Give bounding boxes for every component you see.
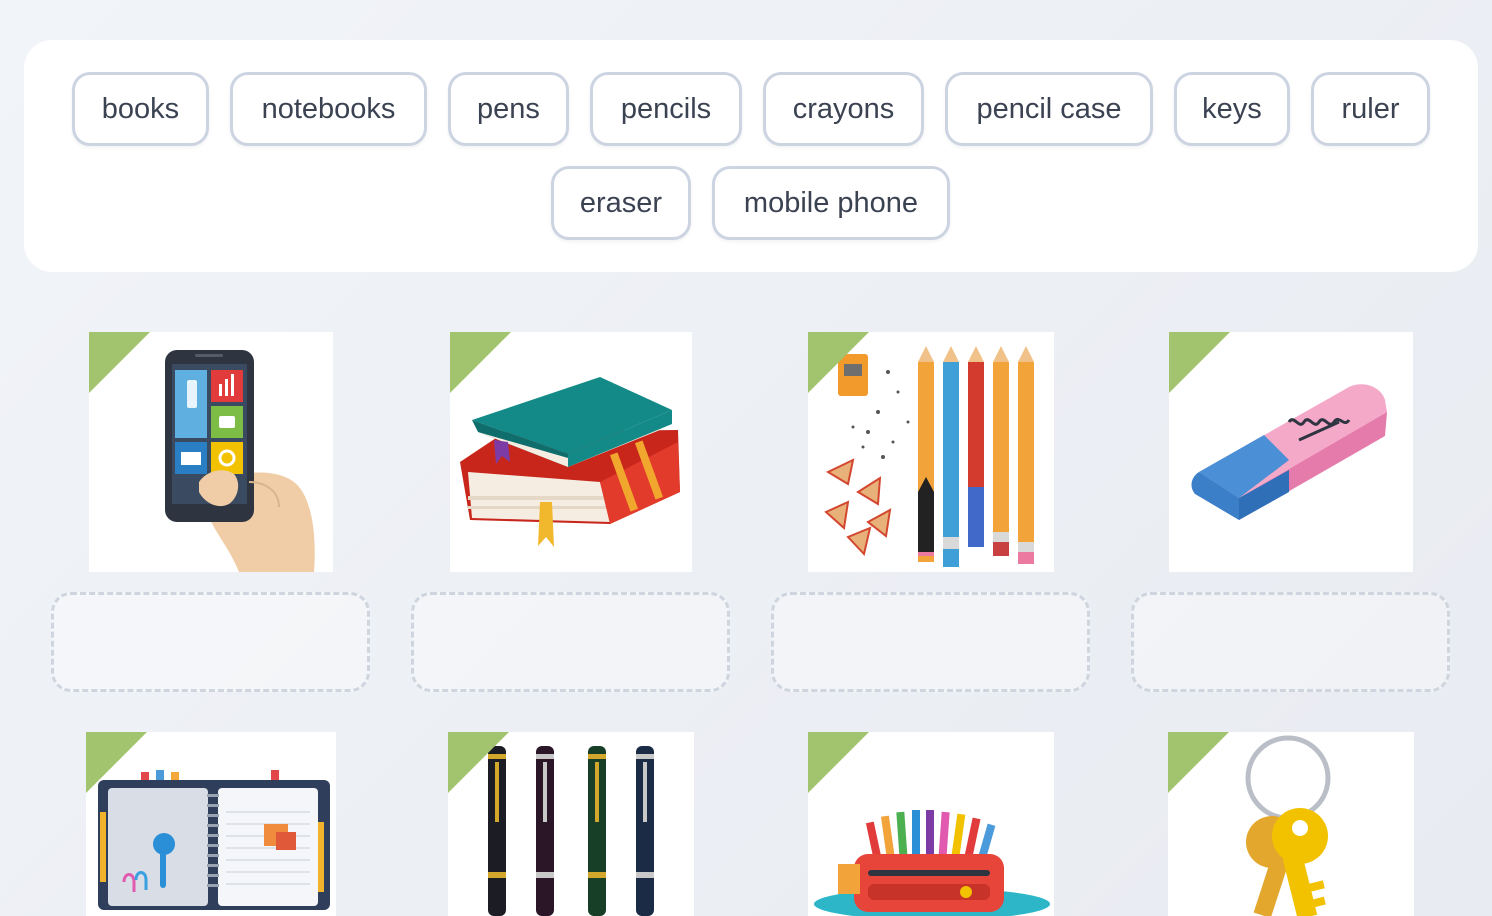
word-chip-pencil-case[interactable]: pencil case xyxy=(945,72,1153,146)
corner-marker xyxy=(450,332,511,393)
word-chip-crayons[interactable]: crayons xyxy=(763,72,924,146)
answer-drop-zone-2[interactable] xyxy=(411,592,730,692)
picture-card-5 xyxy=(86,732,336,916)
word-chip-ruler[interactable]: ruler xyxy=(1311,72,1430,146)
corner-marker xyxy=(448,732,509,793)
word-bank: books notebooks pens pencils crayons pen… xyxy=(24,40,1478,272)
word-chip-books[interactable]: books xyxy=(72,72,209,146)
picture-card-6 xyxy=(448,732,694,916)
corner-marker xyxy=(1168,732,1229,793)
corner-marker xyxy=(89,332,150,393)
word-chip-mobile-phone[interactable]: mobile phone xyxy=(712,166,950,240)
word-chip-notebooks[interactable]: notebooks xyxy=(230,72,427,146)
picture-card-2 xyxy=(450,332,692,572)
answer-drop-zone-1[interactable] xyxy=(51,592,370,692)
picture-card-4 xyxy=(1169,332,1413,572)
answer-drop-zone-3[interactable] xyxy=(771,592,1090,692)
word-chip-pens[interactable]: pens xyxy=(448,72,569,146)
picture-card-7 xyxy=(808,732,1054,916)
corner-marker xyxy=(808,332,869,393)
corner-marker xyxy=(86,732,147,793)
corner-marker xyxy=(1169,332,1230,393)
answer-drop-zone-4[interactable] xyxy=(1131,592,1450,692)
corner-marker xyxy=(808,732,869,793)
picture-card-1 xyxy=(89,332,333,572)
picture-card-8 xyxy=(1168,732,1414,916)
word-chip-eraser[interactable]: eraser xyxy=(551,166,691,240)
word-chip-keys[interactable]: keys xyxy=(1174,72,1290,146)
word-chip-pencils[interactable]: pencils xyxy=(590,72,742,146)
picture-card-3 xyxy=(808,332,1054,572)
